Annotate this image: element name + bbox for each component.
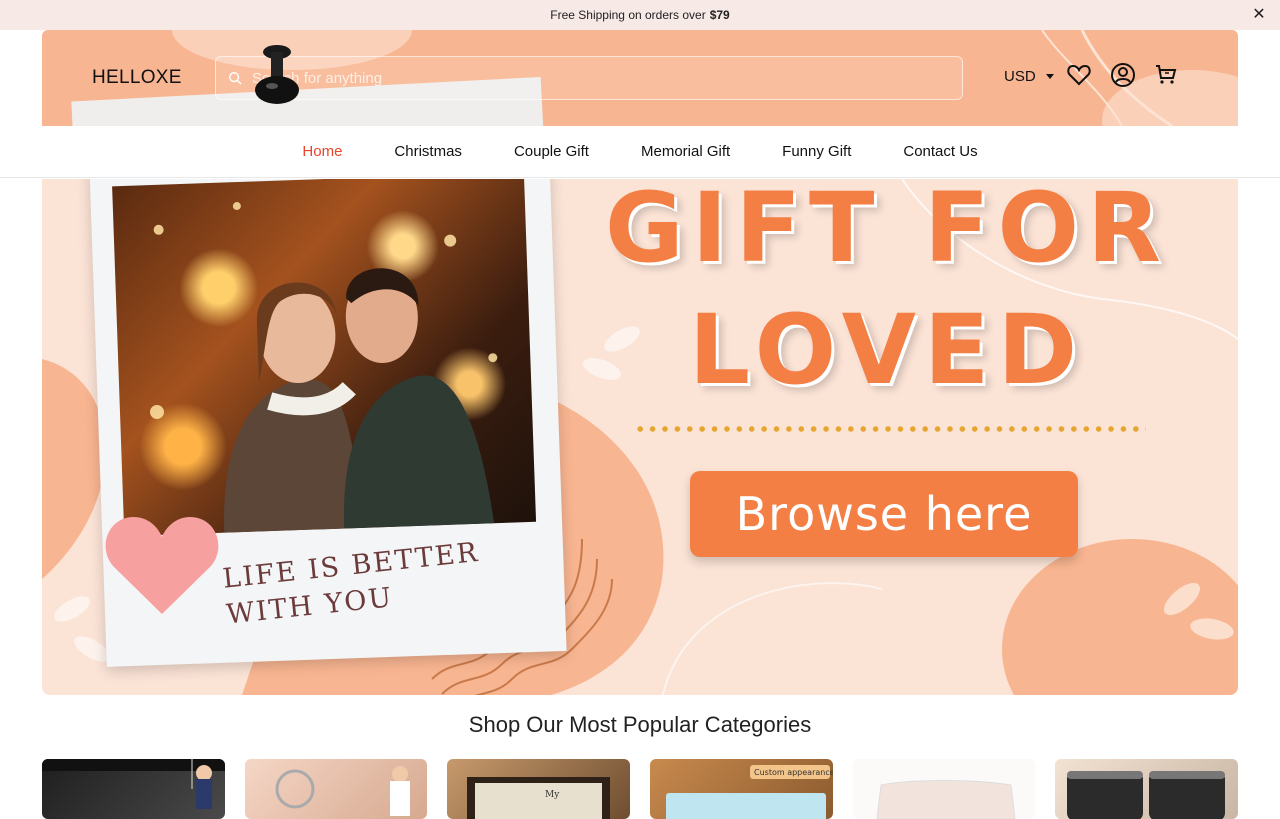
heart-icon[interactable] (1066, 62, 1092, 88)
cart-icon[interactable] (1153, 62, 1179, 88)
pushpin-icon (255, 45, 299, 104)
heart-decoration (105, 517, 219, 614)
hero-banner[interactable]: LIFE IS BETTER WITH YOU GIFT FOR LOVED B… (42, 179, 1238, 695)
announcement-amount: $79 (709, 8, 730, 22)
nav-item-christmas[interactable]: Christmas (394, 143, 462, 160)
close-announcement-button[interactable]: ✕ (1250, 6, 1268, 24)
currency-label: USD (1004, 68, 1036, 85)
announcement-bar: Free Shipping on orders over $79 ✕ (0, 0, 1280, 30)
nav-item-couple-gift[interactable]: Couple Gift (514, 143, 589, 160)
tumbler-image (1067, 771, 1226, 819)
category-tumbler[interactable] (1055, 759, 1239, 819)
nav-item-home[interactable]: Home (302, 143, 342, 160)
headline-line-1: GIFT FOR (604, 179, 1170, 284)
categories-row: My Custom appearance (42, 759, 1239, 819)
nav-item-memorial-gift[interactable]: Memorial Gift (641, 143, 730, 160)
polaroid-caption: LIFE IS BETTER WITH YOU (221, 535, 485, 634)
svg-text:My: My (545, 790, 560, 800)
chevron-down-icon (1045, 74, 1054, 79)
hero-headline: GIFT FOR LOVED (542, 179, 1232, 411)
category-doormat[interactable]: Custom appearance (650, 759, 833, 819)
headline-line-2: LOVED (688, 294, 1086, 406)
keychain-image (275, 766, 410, 816)
doormat-image: Custom appearance (666, 765, 833, 819)
account-icon[interactable] (1110, 62, 1136, 88)
dotted-divider (634, 425, 1146, 433)
main-nav: Home Christmas Couple Gift Memorial Gift… (0, 126, 1280, 178)
categories-heading: Shop Our Most Popular Categories (468, 712, 812, 737)
nav-item-contact-us[interactable]: Contact Us (903, 143, 977, 160)
search-icon (229, 72, 242, 85)
category-frame[interactable]: My (447, 759, 631, 819)
frame-image: My (467, 777, 611, 819)
category-keychain[interactable] (244, 759, 428, 819)
pillow-image (876, 780, 1016, 819)
currency-selector[interactable]: USD (1004, 68, 1054, 85)
category-pillow[interactable] (852, 759, 1036, 819)
couple-photo (112, 179, 537, 537)
custom-appearance-badge: Custom appearance (754, 768, 833, 777)
couple-illustration (224, 268, 495, 533)
car-hanger-image (42, 759, 225, 809)
nav-item-funny-gift[interactable]: Funny Gift (782, 143, 851, 160)
site-logo[interactable]: HELLOXE (92, 67, 182, 89)
announcement-text: Free Shipping on orders over (550, 8, 706, 22)
search-input[interactable] (252, 69, 932, 87)
search-bar[interactable] (215, 56, 963, 100)
category-car-hanger[interactable] (42, 759, 225, 819)
site-header: HELLOXE USD (42, 30, 1238, 126)
browse-here-button[interactable]: Browse here (690, 471, 1078, 557)
